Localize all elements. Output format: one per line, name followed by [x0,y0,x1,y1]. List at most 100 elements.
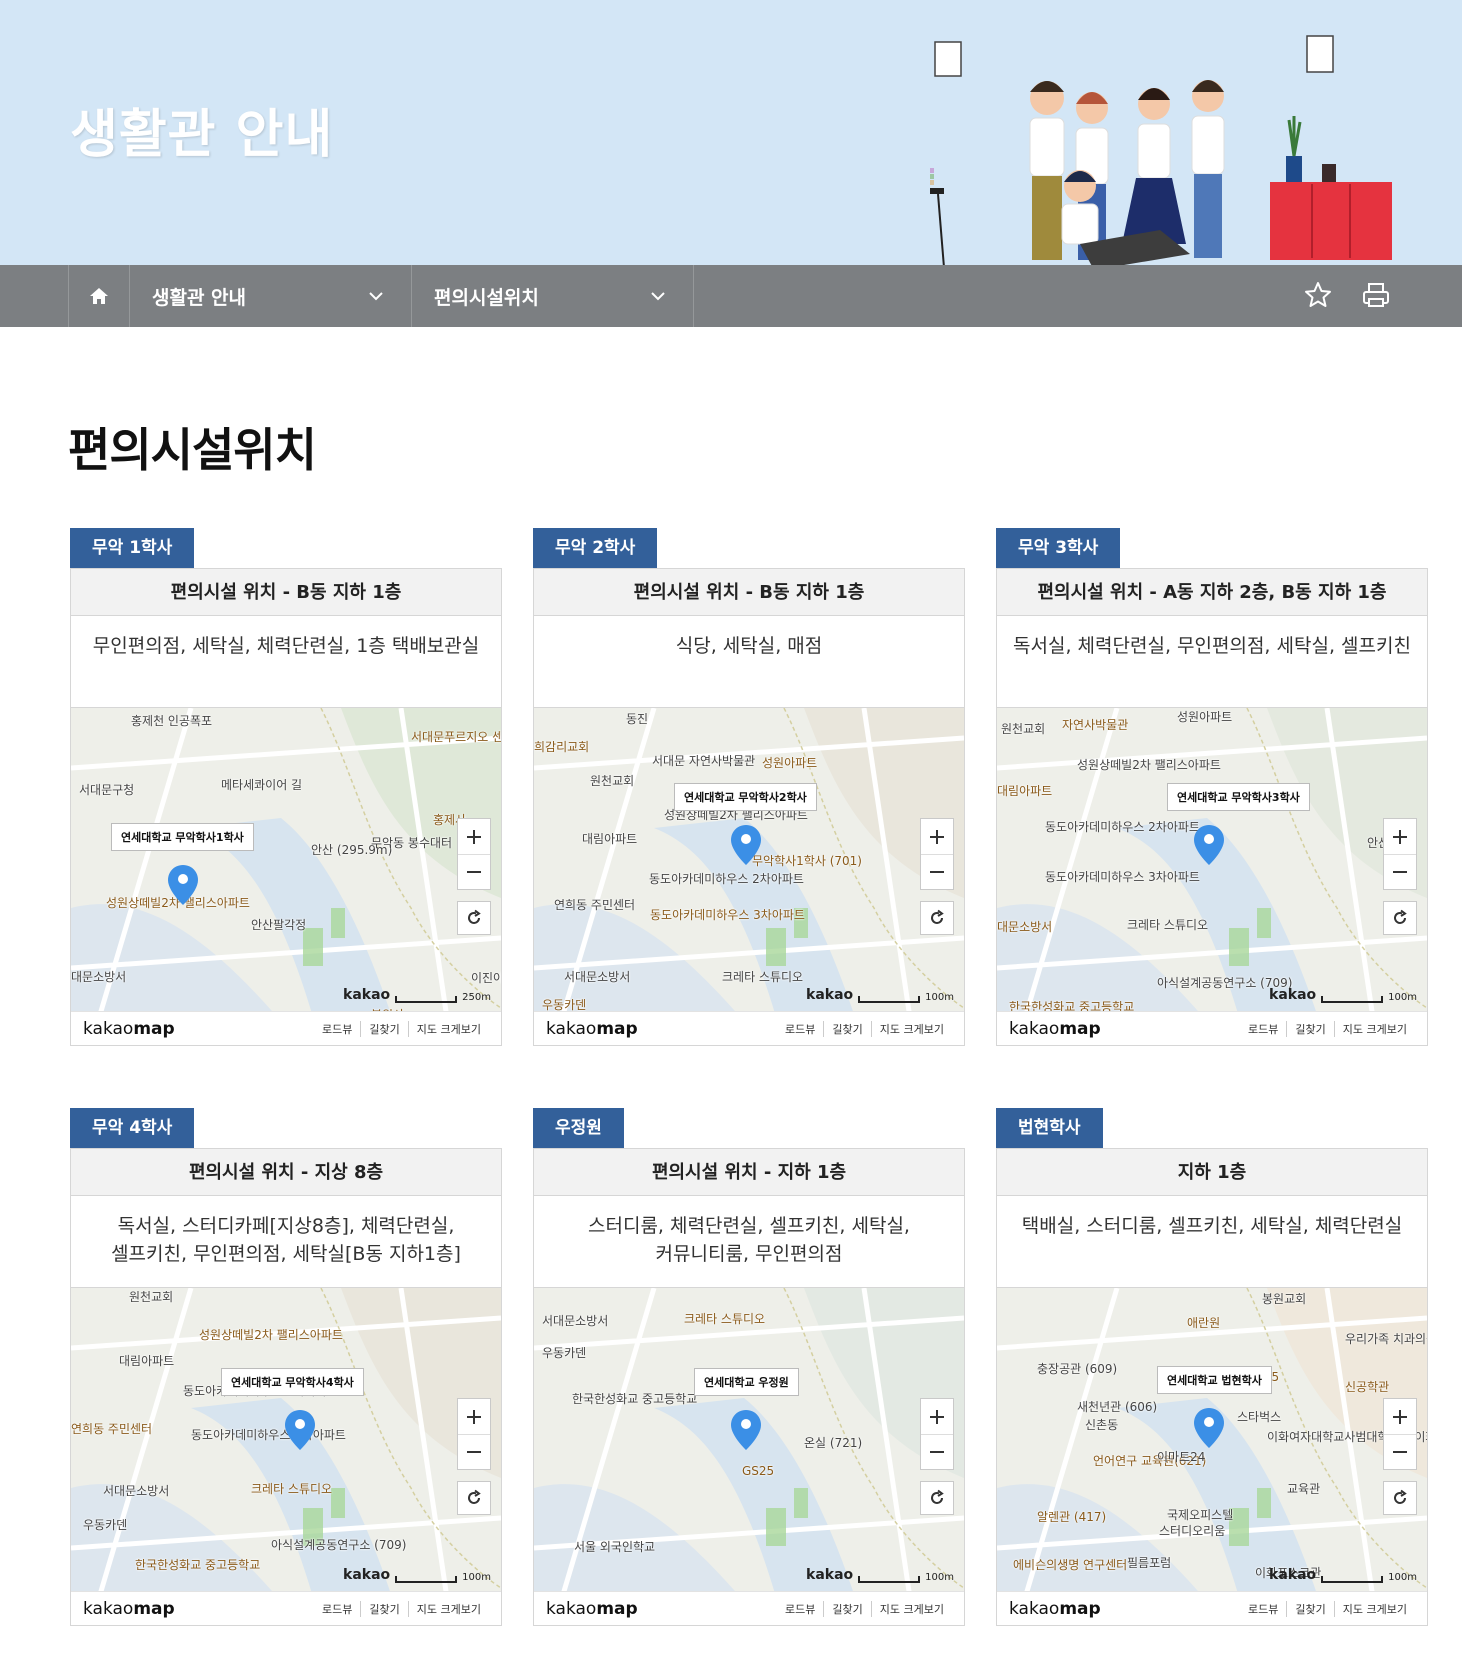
refresh-icon [931,909,944,924]
facility-description: 무인편의점, 세탁실, 체력단련실, 1층 택배보관실 [71,616,501,708]
map-footer-link[interactable]: 로드뷰 [777,1601,823,1617]
map-footer-link[interactable]: 길찾기 [823,1020,870,1037]
map-zoom-control [1383,818,1417,890]
map-zoom-control [920,1398,954,1470]
facility-desc-line: 택배실, 스터디룸, 셀프키친, 세탁실, 체력단련실 [1021,1215,1403,1237]
map-place-label: 크레타 스튜디오 [251,1482,333,1496]
zoom-in-button[interactable] [1384,1399,1416,1434]
scale-text: 100m [925,1572,954,1583]
building-tab: 무악 4학사 [70,1108,195,1148]
kakaomap-logo[interactable]: kakaomap [546,1019,638,1039]
brand-light: kakao [546,1018,597,1039]
kakao-map[interactable]: 원천교회 자연사박물관 성원아파트 성원상떼빌2차 팰리스아파트 대림아파트 동도아카데미… [997,708,1427,1045]
map-pin-icon[interactable] [729,1408,763,1452]
map-footer-link[interactable]: 지도 크게보기 [870,1020,952,1037]
facility-location-heading: 편의시설 위치 - B동 지하 1층 [71,569,501,616]
map-place-label: 서대문구청 [79,783,135,797]
facility-location-heading: 지하 1층 [997,1149,1427,1196]
print-icon[interactable] [1358,277,1394,313]
facility-description: 독서실, 스터디카페[지상8층], 체력단련실, 셀프키친, 무인편의점, 세탁실… [71,1196,501,1288]
map-reset-button[interactable] [920,901,954,935]
home-button[interactable] [68,265,130,327]
kakaomap-logo[interactable]: kakaomap [1009,1019,1101,1039]
map-footer-link[interactable]: 로드뷰 [1240,1021,1286,1037]
map-reset-button[interactable] [457,1481,491,1515]
zoom-in-button[interactable] [921,819,953,854]
scale-bar [858,1576,921,1583]
scale-bar [1321,1576,1384,1583]
nav-dropdown-section-label: 생활관 안내 [152,286,247,309]
scale-bar [858,996,921,1003]
refresh-icon [1394,1489,1407,1504]
zoom-out-button[interactable] [458,854,490,889]
scale-text: 100m [1388,1572,1417,1583]
map-place-label: 알렌관 (417) [1037,1510,1107,1524]
brand-bold: map [596,1018,638,1039]
nav-dropdown-page[interactable]: 편의시설위치 [412,265,694,327]
map-footer-link[interactable]: 길찾기 [360,1600,407,1617]
map-reset-button[interactable] [1383,1481,1417,1515]
map-place-label: 홍제천 인공폭포 [131,714,213,728]
zoom-in-button[interactable] [921,1399,953,1434]
kakao-map[interactable]: 원천교회성원상떼빌2차 팰리스아파트대림아파트동도아카데미하우스 2차아파트연희… [71,1288,501,1625]
map-place-label: 서대문푸르지오 센트럴파크아파트 [411,730,501,744]
zoom-out-button[interactable] [921,854,953,889]
page-title: 편의시설위치 [68,423,317,477]
zoom-in-button[interactable] [458,819,490,854]
map-footer-link[interactable]: 지도 크게보기 [407,1020,489,1037]
map-footer-links: 로드뷰 길찾기 지도 크게보기 [314,1600,489,1617]
map-pin-icon[interactable] [1192,823,1226,867]
refresh-icon [468,909,481,924]
map-place-label: 봉원교회 [1262,1292,1307,1306]
map-footer-link[interactable]: 길찾기 [1286,1020,1333,1037]
kakao-map[interactable]: 봉원교회애란원우리가족 치과의원충장공관 (609) 신공학관새천년관 (606)… [997,1288,1427,1625]
kakaomap-logo[interactable]: kakaomap [83,1019,175,1039]
map-reset-button[interactable] [920,1481,954,1515]
map-footer-link[interactable]: 로드뷰 [314,1601,360,1617]
map-footer-link[interactable]: 지도 크게보기 [870,1600,952,1617]
kakaomap-logo[interactable]: kakaomap [546,1599,638,1619]
brand-light: kakao [546,1598,597,1619]
facility-description: 스터디룸, 체력단련실, 셀프키친, 세탁실, 커뮤니티룸, 무인편의점 [534,1196,964,1288]
kakaomap-logo[interactable]: kakaomap [83,1599,175,1619]
kakao-map[interactable]: 홍제천 인공폭포서대문푸르지오 센트럴파크아파트메타세콰이어 길서대문구청홍제사… [71,708,501,1045]
map-place-label: 성원상떼빌2차 팰리스아파트 [199,1328,343,1342]
map-footer-link[interactable]: 로드뷰 [777,1021,823,1037]
map-pin-icon[interactable] [729,823,763,867]
kakao-map[interactable]: 동진 희감리교회 서대문 자연사박물관 원천교회 성원아파트 대림아파트 성원상떼빌2차 팰… [534,708,964,1045]
map-footer-link[interactable]: 길찾기 [1286,1600,1333,1617]
map-marker-label: 연세대학교 무악학사4학사 [221,1368,364,1396]
kakao-map[interactable]: 서대문소방서 크레타 스튜디오 우동카덴 한국한성화교 중고등학교 GS25 온실 (72… [534,1288,964,1625]
facility-description: 식당, 세탁실, 매점 [534,616,964,708]
map-place-label: 우동카덴 [542,998,587,1012]
map-place-label: 서대문소방서 [564,970,631,984]
zoom-out-button[interactable] [1384,854,1416,889]
map-reset-button[interactable] [1383,901,1417,935]
zoom-in-button[interactable] [1384,819,1416,854]
map-footer-link[interactable]: 지도 크게보기 [1333,1600,1415,1617]
map-pin-icon[interactable] [166,863,200,907]
zoom-in-button[interactable] [458,1399,490,1434]
zoom-out-button[interactable] [458,1434,490,1469]
map-place-label: 스터디오리움 [1159,1524,1226,1538]
plus-icon [467,1409,481,1424]
zoom-out-button[interactable] [921,1434,953,1469]
map-footer-link[interactable]: 로드뷰 [1240,1601,1286,1617]
map-place-label: 크레타 스튜디오 [1127,918,1209,932]
star-icon[interactable] [1300,277,1336,313]
map-place-label: 신공학관 [1345,1380,1390,1394]
map-footer-link[interactable]: 길찾기 [360,1020,407,1037]
nav-dropdown-section[interactable]: 생활관 안내 [130,265,412,327]
map-pin-icon[interactable] [1192,1406,1226,1450]
map-reset-button[interactable] [457,901,491,935]
map-scale: kakao 100m [806,1567,954,1583]
map-footer-link[interactable]: 지도 크게보기 [407,1600,489,1617]
map-place-label: 크레타 스튜디오 [684,1312,766,1326]
map-pin-icon[interactable] [283,1408,317,1452]
kakaomap-logo[interactable]: kakaomap [1009,1599,1101,1619]
map-place-label: 서대문소방서 [542,1314,609,1328]
map-footer-link[interactable]: 길찾기 [823,1600,870,1617]
map-footer-link[interactable]: 지도 크게보기 [1333,1020,1415,1037]
zoom-out-button[interactable] [1384,1434,1416,1469]
map-footer-link[interactable]: 로드뷰 [314,1021,360,1037]
